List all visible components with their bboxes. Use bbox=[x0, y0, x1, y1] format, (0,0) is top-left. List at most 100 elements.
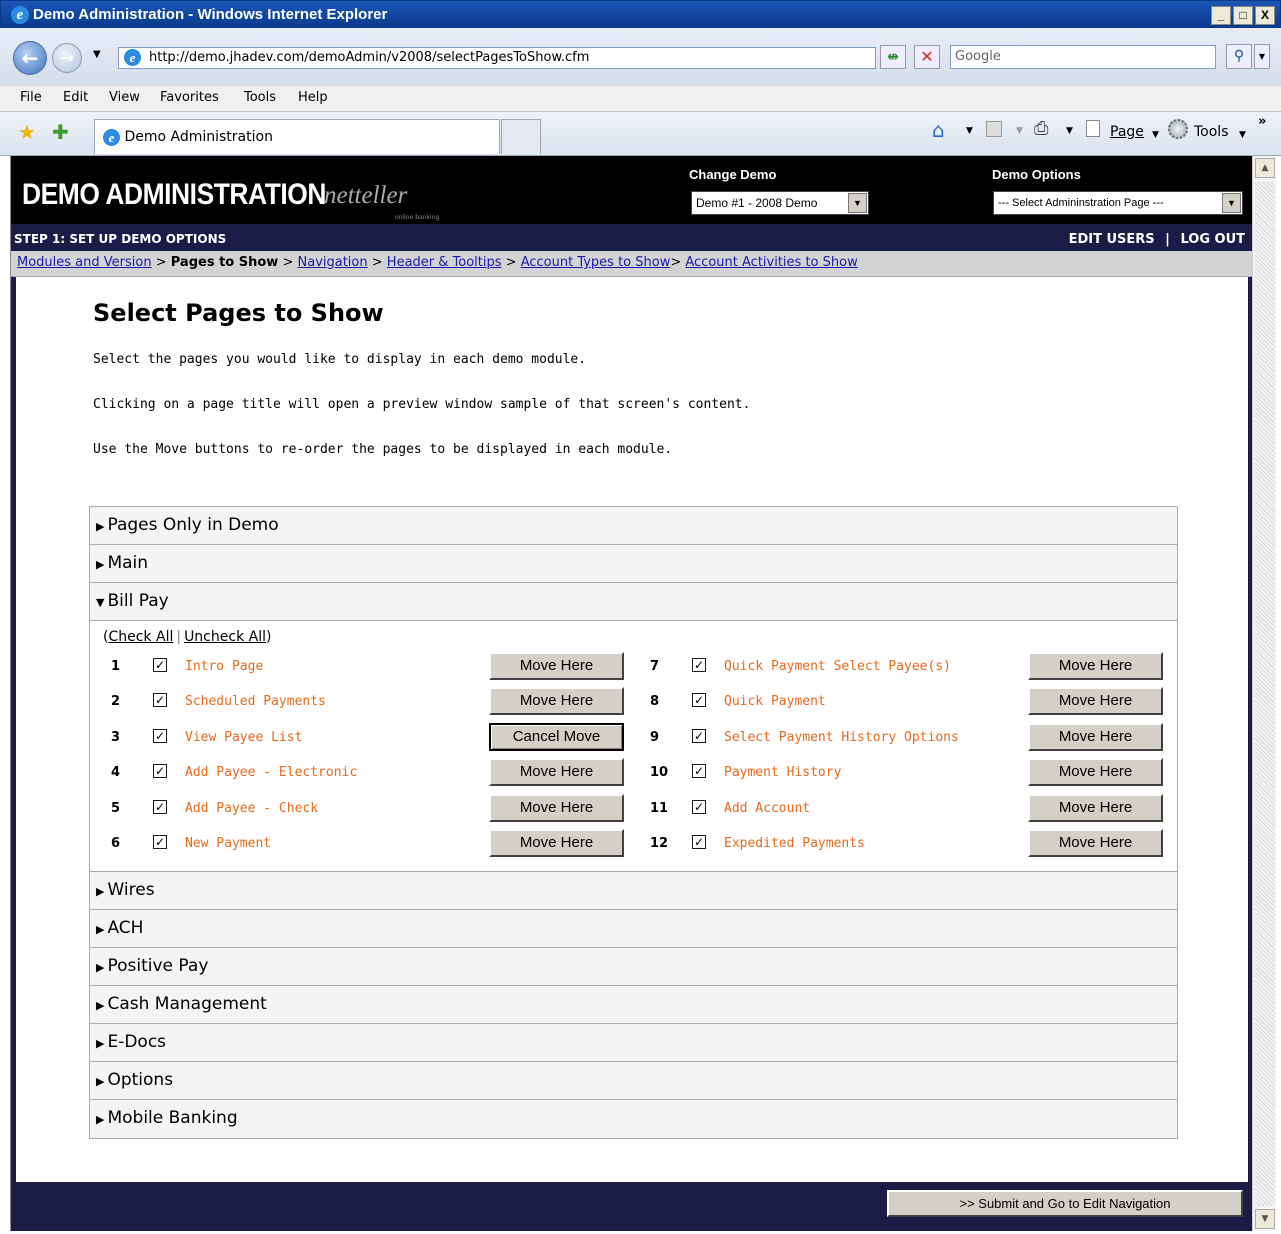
move-here-button[interactable]: Move Here bbox=[489, 758, 624, 787]
move-here-button[interactable]: Move Here bbox=[489, 793, 624, 822]
breadcrumb-modules-and-version[interactable]: Modules and Version bbox=[17, 255, 152, 270]
breadcrumb-header-tooltips[interactable]: Header & Tooltips bbox=[387, 255, 502, 270]
feeds-icon[interactable] bbox=[986, 121, 1002, 137]
page-checkbox[interactable]: ✓ bbox=[692, 728, 706, 743]
address-input[interactable]: e http://demo.jhadev.com/demoAdmin/v2008… bbox=[118, 47, 876, 69]
refresh-icon[interactable]: ↮ bbox=[880, 45, 906, 69]
feeds-dropdown-icon[interactable]: ▼ bbox=[1016, 126, 1023, 136]
edit-users-link[interactable]: EDIT USERS bbox=[1069, 232, 1155, 247]
maximize-button[interactable]: □ bbox=[1233, 6, 1253, 25]
favorites-star-icon[interactable]: ★ bbox=[18, 120, 36, 144]
add-favorite-icon[interactable]: ✚ bbox=[52, 120, 69, 144]
page-title-link[interactable]: Intro Page bbox=[185, 659, 263, 674]
move-here-button[interactable]: Move Here bbox=[1028, 652, 1163, 680]
menu-favorites[interactable]: Favorites bbox=[160, 90, 219, 105]
breadcrumb-account-activities[interactable]: Account Activities to Show bbox=[685, 255, 857, 270]
minimize-button[interactable]: _ bbox=[1211, 6, 1231, 25]
forward-arrow-icon[interactable]: → bbox=[52, 43, 82, 73]
home-dropdown-icon[interactable]: ▼ bbox=[966, 126, 973, 136]
section-positive-pay[interactable]: ▶ Positive Pay bbox=[90, 948, 1177, 986]
section-mobile-banking[interactable]: ▶ Mobile Banking bbox=[90, 1100, 1177, 1138]
page-icon[interactable] bbox=[1086, 120, 1100, 137]
page-title-link[interactable]: View Payee List bbox=[185, 730, 302, 745]
page-title-link[interactable]: Payment History bbox=[724, 765, 841, 780]
demo-options-select[interactable]: --- Select Admininstration Page --- ▼ bbox=[993, 191, 1243, 215]
section-ach[interactable]: ▶ ACH bbox=[90, 910, 1177, 948]
print-dropdown-icon[interactable]: ▼ bbox=[1066, 126, 1073, 136]
new-tab-button[interactable] bbox=[501, 119, 541, 154]
move-here-button[interactable]: Move Here bbox=[1028, 793, 1163, 822]
section-bill-pay[interactable]: ▼ Bill Pay bbox=[90, 583, 1177, 621]
menu-help[interactable]: Help bbox=[298, 90, 328, 105]
scroll-thumb[interactable] bbox=[1255, 182, 1275, 1206]
page-checkbox[interactable]: ✓ bbox=[153, 764, 167, 779]
search-options-icon[interactable]: ▼ bbox=[1254, 44, 1270, 69]
section-e-docs[interactable]: ▶ E-Docs bbox=[90, 1024, 1177, 1062]
page-checkbox[interactable]: ✓ bbox=[692, 658, 706, 672]
tools-dropdown-icon[interactable]: ▼ bbox=[1239, 130, 1246, 140]
page-checkbox[interactable]: ✓ bbox=[692, 835, 706, 849]
page-number: 8 bbox=[650, 694, 660, 710]
page-checkbox[interactable]: ✓ bbox=[153, 693, 167, 708]
move-here-button[interactable]: Move Here bbox=[489, 652, 624, 680]
section-pages-only-in-demo[interactable]: ▶ Pages Only in Demo bbox=[90, 507, 1177, 545]
page-dropdown-icon[interactable]: ▼ bbox=[1152, 130, 1159, 140]
page-title-link[interactable]: New Payment bbox=[185, 836, 271, 851]
scroll-down-icon[interactable]: ▼ bbox=[1255, 1209, 1275, 1229]
submit-button[interactable]: >> Submit and Go to Edit Navigation bbox=[887, 1190, 1243, 1217]
page-checkbox[interactable]: ✓ bbox=[692, 693, 706, 708]
toolbar-chevron-icon[interactable]: » bbox=[1258, 114, 1266, 129]
search-icon[interactable]: ⚲ bbox=[1226, 44, 1252, 69]
breadcrumb-navigation[interactable]: Navigation bbox=[298, 255, 368, 270]
move-here-button[interactable]: Move Here bbox=[1028, 687, 1163, 716]
uncheck-all-link[interactable]: Uncheck All bbox=[184, 629, 266, 645]
page-title-link[interactable]: Expedited Payments bbox=[724, 836, 865, 851]
cancel-move-button[interactable]: Cancel Move bbox=[489, 722, 624, 751]
page-checkbox[interactable]: ✓ bbox=[692, 799, 706, 814]
page-menu[interactable]: Page bbox=[1110, 124, 1144, 140]
history-dropdown-icon[interactable]: ▼ bbox=[93, 49, 101, 60]
move-here-button[interactable]: Move Here bbox=[489, 687, 624, 716]
page-checkbox[interactable]: ✓ bbox=[153, 728, 167, 743]
print-icon[interactable]: ⎙ bbox=[1034, 118, 1048, 139]
tab-demo-administration[interactable]: e Demo Administration bbox=[94, 119, 500, 154]
tools-gear-icon[interactable] bbox=[1168, 119, 1188, 139]
menu-tools[interactable]: Tools bbox=[244, 90, 276, 105]
vertical-scrollbar[interactable]: ▲ ▼ bbox=[1252, 156, 1276, 1231]
move-here-button[interactable]: Move Here bbox=[489, 829, 624, 857]
page-title-link[interactable]: Select Payment History Options bbox=[724, 730, 959, 745]
back-arrow-icon[interactable]: ← bbox=[13, 41, 47, 75]
section-main[interactable]: ▶ Main bbox=[90, 545, 1177, 583]
page-title-link[interactable]: Add Payee - Electronic bbox=[185, 765, 357, 780]
page-checkbox[interactable]: ✓ bbox=[153, 835, 167, 849]
chevron-down-icon: ▼ bbox=[1222, 193, 1241, 213]
menu-file[interactable]: File bbox=[20, 90, 42, 105]
section-wires[interactable]: ▶ Wires bbox=[90, 872, 1177, 910]
home-icon[interactable]: ⌂ bbox=[932, 118, 945, 142]
stop-icon[interactable]: ✕ bbox=[914, 45, 940, 69]
move-here-button[interactable]: Move Here bbox=[1028, 758, 1163, 787]
log-out-link[interactable]: LOG OUT bbox=[1180, 232, 1245, 247]
menu-edit[interactable]: Edit bbox=[63, 90, 88, 105]
page-title-link[interactable]: Quick Payment bbox=[724, 694, 826, 709]
search-input[interactable]: Google bbox=[950, 45, 1216, 69]
move-here-button[interactable]: Move Here bbox=[1028, 829, 1163, 857]
page-checkbox[interactable]: ✓ bbox=[692, 764, 706, 779]
page-title-link[interactable]: Add Payee - Check bbox=[185, 801, 318, 816]
breadcrumb-account-types[interactable]: Account Types to Show bbox=[521, 255, 671, 270]
section-options[interactable]: ▶ Options bbox=[90, 1062, 1177, 1100]
change-demo-select[interactable]: Demo #1 - 2008 Demo ▼ bbox=[691, 191, 869, 215]
page-title-link[interactable]: Add Account bbox=[724, 801, 810, 816]
tools-menu[interactable]: Tools bbox=[1194, 124, 1229, 140]
section-cash-management[interactable]: ▶ Cash Management bbox=[90, 986, 1177, 1024]
move-here-button[interactable]: Move Here bbox=[1028, 722, 1163, 751]
close-button[interactable]: X bbox=[1255, 6, 1275, 25]
page-checkbox[interactable]: ✓ bbox=[153, 658, 167, 672]
scroll-up-icon[interactable]: ▲ bbox=[1255, 158, 1275, 178]
menu-view[interactable]: View bbox=[109, 90, 140, 105]
triangle-right-icon: ▶ bbox=[96, 1113, 105, 1126]
check-all-link[interactable]: Check All bbox=[108, 629, 173, 645]
page-title-link[interactable]: Quick Payment Select Payee(s) bbox=[724, 659, 951, 674]
page-checkbox[interactable]: ✓ bbox=[153, 799, 167, 814]
page-title-link[interactable]: Scheduled Payments bbox=[185, 694, 326, 709]
